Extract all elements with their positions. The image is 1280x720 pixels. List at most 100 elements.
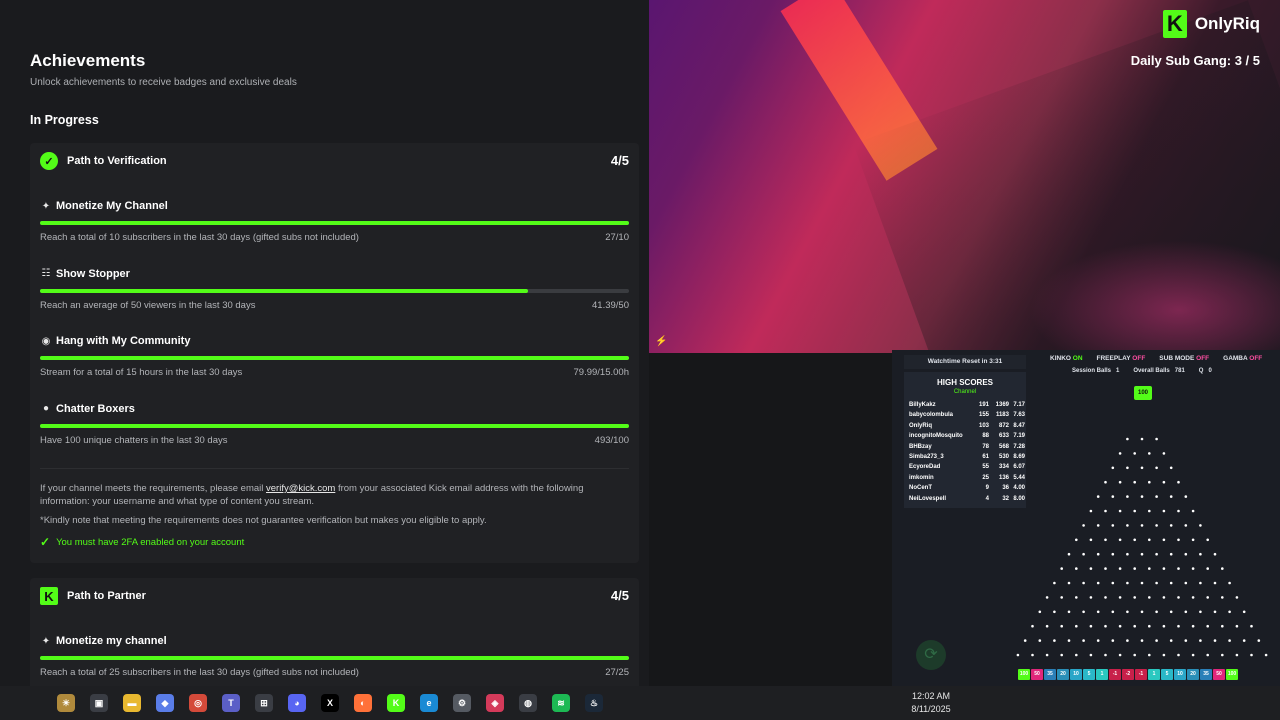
peg xyxy=(1148,596,1151,599)
score-row: Simba273_3 61 530 8.69 xyxy=(904,452,1026,462)
peg xyxy=(1089,509,1093,513)
peg xyxy=(1031,653,1034,657)
peg xyxy=(1133,480,1136,484)
peg xyxy=(1140,495,1144,498)
peg xyxy=(1133,452,1136,455)
peg xyxy=(1213,552,1217,556)
peg xyxy=(1206,596,1209,599)
peg xyxy=(1089,567,1093,570)
system-clock[interactable]: 12:02 AM 8/11/2025 xyxy=(900,690,962,716)
verification-info: If your channel meets the requirements, … xyxy=(40,482,629,508)
peg xyxy=(1155,437,1158,441)
total-score: 32 xyxy=(1002,495,1009,502)
sparkle-icon: ✦ xyxy=(41,635,51,647)
peg xyxy=(1199,581,1202,585)
peg xyxy=(1148,509,1151,513)
verify-email-link[interactable]: verify@kick.com xyxy=(266,483,335,494)
widgets-icon[interactable]: ☀ xyxy=(57,694,75,712)
player-name: babycolombula xyxy=(909,412,954,419)
achievement-header: ✦ Monetize My Channel xyxy=(40,198,168,214)
peg xyxy=(1126,552,1129,556)
peg xyxy=(1155,610,1158,614)
peg xyxy=(1148,653,1151,657)
kick-icon[interactable]: K xyxy=(387,694,405,712)
balls-count: 88 xyxy=(982,433,989,440)
peg xyxy=(1177,653,1180,657)
partner-card-header[interactable]: K Path to Partner xyxy=(40,586,146,606)
verification-card-header[interactable]: ✓ Path to Verification xyxy=(40,151,167,171)
average-score: 7.63 xyxy=(1013,412,1025,419)
peg xyxy=(1118,624,1122,628)
refresh-icon: ⟳ xyxy=(916,640,946,670)
task-view-icon[interactable]: ▣ xyxy=(90,694,108,712)
maps-icon[interactable]: ◈ xyxy=(486,694,504,712)
high-scores-title: HIGH SCORES xyxy=(936,378,993,387)
divider xyxy=(40,468,629,469)
glow xyxy=(1029,240,1280,353)
peg xyxy=(1191,653,1195,657)
steam-icon[interactable]: ♨ xyxy=(585,694,603,712)
peg xyxy=(1118,567,1122,570)
obs-icon[interactable]: ◍ xyxy=(519,694,537,712)
settings-icon[interactable]: ⚙ xyxy=(453,694,471,712)
score-row: imkomin 25 136 5.44 xyxy=(904,473,1026,483)
page-subtitle: Unlock achievements to receive badges an… xyxy=(30,77,297,88)
peg xyxy=(1191,509,1195,513)
channel-brand: K OnlyRiq xyxy=(1162,10,1260,38)
discord-icon[interactable]: ◕ xyxy=(288,694,306,712)
slot-value: 10 xyxy=(1070,669,1082,680)
store-icon[interactable]: ⊞ xyxy=(255,694,273,712)
peg xyxy=(1148,452,1151,455)
peg xyxy=(1111,610,1115,614)
kick-logo-icon: K xyxy=(1162,10,1187,38)
peg xyxy=(1053,610,1056,614)
peg xyxy=(1067,552,1071,556)
peg xyxy=(1184,524,1188,527)
drop-chip: 100 xyxy=(1134,386,1152,400)
achievement-header: ● Chatter Boxers xyxy=(40,401,135,417)
peg xyxy=(1053,639,1056,642)
achievement-progress-value: 41.39/50 xyxy=(592,299,629,311)
edge-icon[interactable]: e xyxy=(420,694,438,712)
chat-icon: ● xyxy=(42,403,50,414)
peg xyxy=(1250,624,1253,628)
balls-count: 78 xyxy=(982,443,989,450)
peg xyxy=(1177,624,1180,628)
verification-note: *Kindly note that meeting the requiremen… xyxy=(40,515,487,526)
peg xyxy=(1140,466,1144,470)
copilot-icon[interactable]: ◆ xyxy=(156,694,174,712)
slot-value: -2 xyxy=(1122,669,1134,680)
slot-value: 20 xyxy=(1057,669,1069,680)
teams-icon[interactable]: T xyxy=(222,694,240,712)
slot-value: 35 xyxy=(1200,669,1212,680)
slot-value: 1 xyxy=(1148,669,1160,680)
plinko-slots: 100 50 35 20 10 5 1 -1 -2 -1 1 5 10 20 35 50 100 xyxy=(1018,669,1238,680)
spotify-icon[interactable]: ≋ xyxy=(552,694,570,712)
peg xyxy=(1126,610,1129,614)
verified-badge-icon: ✓ xyxy=(40,152,58,170)
peg xyxy=(1221,653,1224,657)
peg xyxy=(1140,552,1144,556)
balls-count: 103 xyxy=(978,422,989,429)
peg xyxy=(1228,581,1231,585)
chrome-icon[interactable]: ◎ xyxy=(189,694,207,712)
slot-value: -1 xyxy=(1109,669,1121,680)
peg xyxy=(1206,653,1209,657)
peg xyxy=(1126,524,1129,527)
peg xyxy=(1067,581,1071,585)
balls-count: 4 xyxy=(985,495,989,502)
slot-value: 10 xyxy=(1174,669,1186,680)
balls-count: 155 xyxy=(978,412,989,419)
peg xyxy=(1111,495,1115,498)
peg xyxy=(1235,653,1239,657)
peg xyxy=(1169,581,1173,585)
achievement-description: Have 100 unique chatters in the last 30 … xyxy=(40,434,228,446)
achievement-item: ● Chatter Boxers Have 100 unique chatters … xyxy=(40,401,629,453)
file-explorer-icon[interactable]: ▬ xyxy=(123,694,141,712)
achievement-header: ◉ Hang with My Community xyxy=(40,333,191,349)
peg xyxy=(1096,552,1100,556)
x-icon[interactable]: X xyxy=(321,694,339,712)
peg xyxy=(1045,653,1049,657)
taskbar: ☀ ▣ ▬ ◆ ◎ T ⊞ ◕ X ◐ Ke ⚙ ◈ ◍ ≋ ♨ 12:02 AM 8/11/2025 xyxy=(0,686,1280,720)
firefox-icon[interactable]: ◐ xyxy=(354,694,372,712)
